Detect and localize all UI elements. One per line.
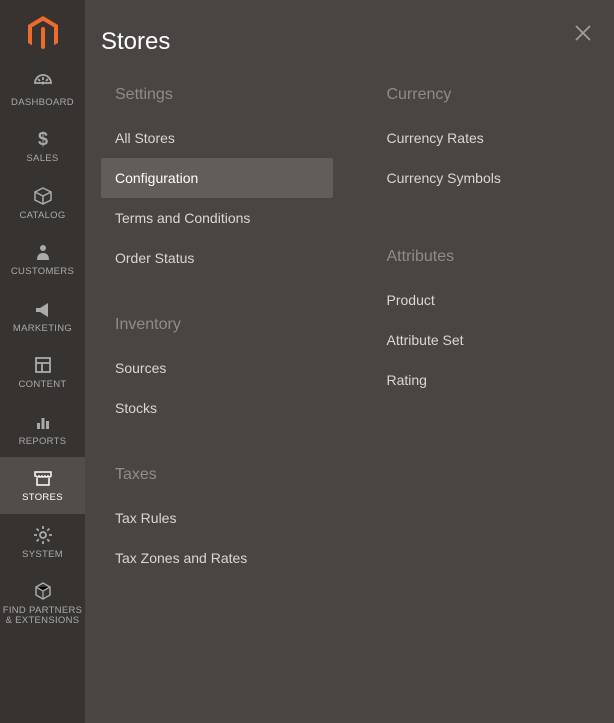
link-rating[interactable]: Rating	[373, 360, 614, 400]
sidebar-item-catalog[interactable]: CATALOG	[0, 175, 85, 231]
gear-icon	[32, 524, 54, 546]
section-heading: Taxes	[101, 456, 343, 498]
link-tax-rules[interactable]: Tax Rules	[101, 498, 343, 538]
sidebar-item-label: REPORTS	[19, 437, 67, 447]
box-icon	[32, 185, 54, 207]
stores-flyout-panel: Stores Settings All Stores Configuration…	[85, 0, 614, 723]
sidebar-item-label: CONTENT	[18, 380, 66, 390]
admin-sidebar: DASHBOARD $ SALES CATALOG CUSTOMERS MARK…	[0, 0, 85, 723]
section-inventory: Inventory Sources Stocks	[101, 306, 343, 428]
sidebar-item-sales[interactable]: $ SALES	[0, 118, 85, 174]
link-product[interactable]: Product	[373, 280, 614, 320]
link-configuration[interactable]: Configuration	[101, 158, 333, 198]
link-terms-and-conditions[interactable]: Terms and Conditions	[101, 198, 343, 238]
link-stocks[interactable]: Stocks	[101, 388, 343, 428]
section-heading: Attributes	[373, 238, 614, 280]
sidebar-item-stores[interactable]: STORES	[0, 457, 85, 513]
link-currency-rates[interactable]: Currency Rates	[373, 118, 614, 158]
chart-icon	[32, 411, 54, 433]
magento-logo[interactable]	[0, 0, 85, 62]
sidebar-item-label: SALES	[26, 154, 58, 164]
section-heading: Settings	[101, 76, 343, 118]
layout-icon	[32, 354, 54, 376]
right-column: Currency Currency Rates Currency Symbols…	[373, 76, 614, 606]
link-sources[interactable]: Sources	[101, 348, 343, 388]
sidebar-item-dashboard[interactable]: DASHBOARD	[0, 62, 85, 118]
sidebar-item-content[interactable]: CONTENT	[0, 344, 85, 400]
close-button[interactable]	[574, 24, 592, 47]
left-column: Settings All Stores Configuration Terms …	[101, 76, 343, 606]
sidebar-item-label: SYSTEM	[22, 550, 63, 560]
sidebar-item-label: MARKETING	[13, 324, 72, 334]
link-order-status[interactable]: Order Status	[101, 238, 343, 278]
section-heading: Inventory	[101, 306, 343, 348]
link-tax-zones-and-rates[interactable]: Tax Zones and Rates	[101, 538, 343, 578]
sidebar-item-label: DASHBOARD	[11, 98, 74, 108]
puzzle-icon	[32, 580, 54, 602]
section-settings: Settings All Stores Configuration Terms …	[101, 76, 343, 278]
person-icon	[32, 241, 54, 263]
sidebar-item-find-partners[interactable]: FIND PARTNERS & EXTENSIONS	[0, 570, 85, 637]
sidebar-item-customers[interactable]: CUSTOMERS	[0, 231, 85, 287]
close-icon	[574, 24, 592, 42]
dollar-icon: $	[32, 128, 54, 150]
svg-text:$: $	[37, 129, 47, 149]
link-currency-symbols[interactable]: Currency Symbols	[373, 158, 614, 198]
store-icon	[32, 467, 54, 489]
link-all-stores[interactable]: All Stores	[101, 118, 343, 158]
dashboard-icon	[32, 72, 54, 94]
sidebar-item-reports[interactable]: REPORTS	[0, 401, 85, 457]
section-currency: Currency Currency Rates Currency Symbols	[373, 76, 614, 198]
sidebar-item-label: FIND PARTNERS & EXTENSIONS	[2, 606, 83, 627]
megaphone-icon	[32, 298, 54, 320]
section-attributes: Attributes Product Attribute Set Rating	[373, 238, 614, 400]
panel-title: Stores	[101, 28, 614, 76]
link-attribute-set[interactable]: Attribute Set	[373, 320, 614, 360]
sidebar-item-label: CUSTOMERS	[11, 267, 74, 277]
sidebar-item-label: CATALOG	[19, 211, 65, 221]
sidebar-item-label: STORES	[22, 493, 63, 503]
sidebar-item-system[interactable]: SYSTEM	[0, 514, 85, 570]
section-heading: Currency	[373, 76, 614, 118]
section-taxes: Taxes Tax Rules Tax Zones and Rates	[101, 456, 343, 578]
sidebar-item-marketing[interactable]: MARKETING	[0, 288, 85, 344]
